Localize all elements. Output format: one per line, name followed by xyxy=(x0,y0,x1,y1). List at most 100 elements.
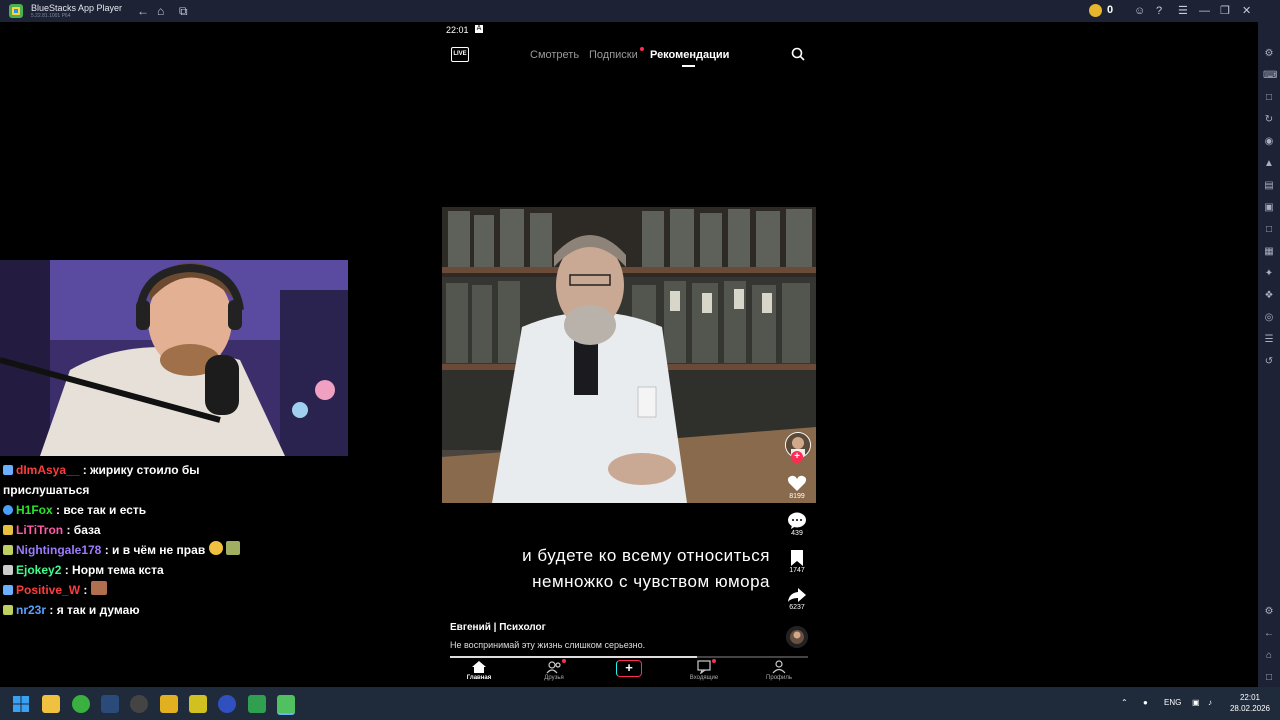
inbox-badge-dot xyxy=(712,659,716,663)
sidebar-location-icon[interactable]: ◎ xyxy=(1263,312,1275,324)
app-icon[interactable] xyxy=(160,695,178,713)
back-icon[interactable]: ← xyxy=(137,4,149,18)
chat-text: жирику стоило бы xyxy=(90,463,200,477)
sidebar-layers-icon[interactable]: ☰ xyxy=(1263,334,1275,346)
nav-profile[interactable]: Профиль xyxy=(754,660,804,681)
like-count: 8199 xyxy=(789,493,805,500)
chat-username: Positive_W xyxy=(16,583,81,597)
nav-friends-label: Друзья xyxy=(544,675,564,681)
nav-friends[interactable]: Друзья xyxy=(529,660,579,681)
account-icon[interactable]: ☺ xyxy=(1134,4,1145,18)
tab-for-you[interactable]: Рекомендации xyxy=(650,48,729,62)
app-icon-3[interactable] xyxy=(248,695,266,713)
search-icon[interactable] xyxy=(791,47,805,61)
caption-line-2: немножко с чувством юмора xyxy=(532,572,770,591)
save-count: 1747 xyxy=(789,567,805,574)
streamer-webcam xyxy=(0,260,348,456)
clock-date: 28.02.2026 xyxy=(1229,704,1271,713)
sidebar-apk-icon[interactable]: □ xyxy=(1263,92,1275,104)
nav-inbox[interactable]: Входящие xyxy=(679,660,729,681)
taskbar-clock[interactable]: 22:01 28.02.2026 xyxy=(1228,692,1272,714)
help-icon[interactable]: ? xyxy=(1156,4,1162,18)
sidebar-keyboard-icon[interactable]: ⌨ xyxy=(1263,70,1277,82)
chat-message: dImAsya__ : жирику стоило бы xyxy=(0,460,360,480)
microphone-icon[interactable]: ● xyxy=(1143,698,1148,707)
heart-icon[interactable] xyxy=(787,474,807,492)
author-name[interactable]: Евгений | Психолог xyxy=(450,622,546,633)
window-title: BlueStacks App Player xyxy=(31,3,123,13)
sidebar-gear-icon[interactable]: ⚙ xyxy=(1263,606,1275,618)
sidebar-stats-icon[interactable]: ▤ xyxy=(1263,180,1275,192)
home-icon xyxy=(472,661,486,673)
sidebar-media-icon[interactable]: ▦ xyxy=(1263,246,1275,258)
live-icon[interactable]: LIVE xyxy=(451,47,469,62)
steam-icon[interactable] xyxy=(101,695,119,713)
chat-message: Positive_W : xyxy=(0,580,360,600)
chat-badge-icon xyxy=(3,545,13,555)
chrome-icon[interactable] xyxy=(72,695,90,713)
volume-icon[interactable]: ♪ xyxy=(1208,698,1212,707)
status-time: 22:01 xyxy=(446,25,469,35)
profile-icon xyxy=(772,660,786,674)
language-indicator[interactable]: ENG xyxy=(1164,698,1181,707)
following-badge-dot xyxy=(640,47,644,51)
tab-watch[interactable]: Смотреть xyxy=(530,48,579,62)
chat-username: dImAsya__ xyxy=(16,463,80,477)
sidebar-eco-icon[interactable]: ❖ xyxy=(1263,290,1275,302)
menu-icon[interactable]: ☰ xyxy=(1178,4,1188,18)
nav-home[interactable]: Главная xyxy=(454,660,504,681)
sidebar-refresh-icon[interactable]: ↺ xyxy=(1263,356,1275,368)
home-icon[interactable]: ⌂ xyxy=(157,4,164,18)
bluestacks-logo-icon xyxy=(9,4,23,18)
windows-start-icon[interactable] xyxy=(12,695,30,713)
friends-badge-dot xyxy=(562,659,566,663)
tray-chevron-icon[interactable]: ⌃ xyxy=(1121,698,1128,707)
clock-time: 22:01 xyxy=(1239,693,1261,702)
sidebar-sync-icon[interactable]: ▲ xyxy=(1263,158,1275,170)
sidebar-screenshot-icon[interactable]: □ xyxy=(1263,224,1275,236)
chat-text: все так и есть xyxy=(63,503,147,517)
file-explorer-icon[interactable] xyxy=(42,695,60,713)
sidebar-back-icon[interactable]: ← xyxy=(1263,628,1275,640)
music-disc-icon[interactable] xyxy=(786,626,808,648)
chat-username: Ejokey2 xyxy=(16,563,62,577)
sidebar-camera-icon[interactable]: ▣ xyxy=(1263,202,1275,214)
close-icon[interactable]: ✕ xyxy=(1242,4,1251,18)
restore-icon[interactable]: ❐ xyxy=(1220,4,1230,18)
video-frame[interactable] xyxy=(442,207,816,503)
share-count: 6237 xyxy=(789,604,805,611)
caption-line-1: и будете ко всему относиться xyxy=(522,546,770,565)
sidebar-recents-icon[interactable]: □ xyxy=(1263,672,1275,684)
chat-message: LiTiTron : база xyxy=(0,520,360,540)
chat-username: LiTiTron xyxy=(16,523,64,537)
video-caption: и будете ко всему относиться немножко с … xyxy=(470,543,770,595)
video-description[interactable]: Не воспринимай эту жизнь слишком серьезн… xyxy=(450,640,645,650)
stream-chat: dImAsya__ : жирику стоило бы прислушатьс… xyxy=(0,460,360,620)
share-icon[interactable] xyxy=(787,586,807,604)
create-post-button[interactable]: + xyxy=(616,660,642,677)
comment-icon[interactable] xyxy=(787,512,807,530)
inbox-icon xyxy=(697,660,711,674)
tab-following[interactable]: Подписки xyxy=(589,48,638,62)
sidebar-macro-icon[interactable]: ◉ xyxy=(1263,136,1275,148)
follow-plus-icon[interactable]: + xyxy=(791,451,803,463)
obs-icon[interactable] xyxy=(130,695,148,713)
sidebar-rotate-icon[interactable]: ↻ xyxy=(1263,114,1275,126)
sidebar-shake-icon[interactable]: ✦ xyxy=(1263,268,1275,280)
discord-icon[interactable] xyxy=(218,695,236,713)
chat-username: nr23r xyxy=(16,603,47,617)
chat-badge-icon xyxy=(3,585,13,595)
network-icon[interactable]: ▣ xyxy=(1192,698,1200,707)
chat-message: Nightingale178 : и в чём не прав xyxy=(0,540,360,560)
multi-window-icon[interactable]: ⧉ xyxy=(179,4,188,18)
bluestacks-taskbar-icon[interactable] xyxy=(277,695,295,715)
chat-text: прислушаться xyxy=(3,483,90,497)
minimize-icon[interactable]: — xyxy=(1199,4,1210,18)
bookmark-icon[interactable] xyxy=(787,549,807,567)
chat-badge-icon xyxy=(3,505,13,515)
app-icon-2[interactable] xyxy=(189,695,207,713)
sidebar-settings-icon[interactable]: ⚙ xyxy=(1263,48,1275,60)
window-version: 5.22.81.1001 P64 xyxy=(31,13,71,19)
coin-icon[interactable] xyxy=(1089,4,1102,17)
sidebar-home-icon[interactable]: ⌂ xyxy=(1263,650,1275,662)
